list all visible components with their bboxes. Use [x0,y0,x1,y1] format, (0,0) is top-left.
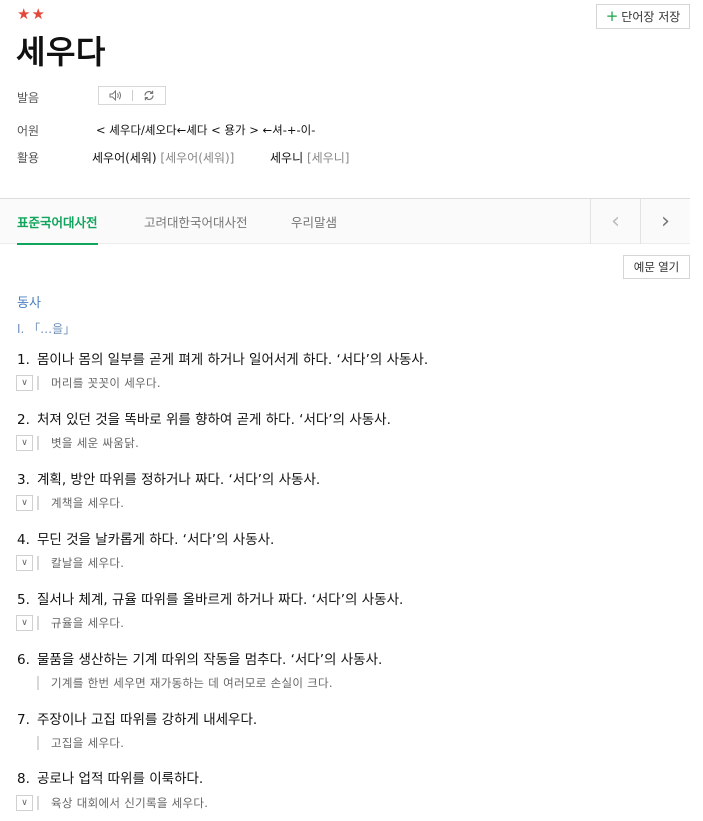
example-text: 고집을 세우다. [51,736,125,750]
conjugation-item: 세우니 [세우니] [270,149,349,166]
tab-korea-university-dictionary[interactable]: 고려대한국어대사전 [144,199,248,244]
conjugation-form: 세우어(세워) [92,151,157,165]
open-examples-button[interactable]: 예문 열기 [623,255,690,279]
chevron-right-icon: › [661,209,670,234]
importance-stars: ★★ [17,5,46,23]
etymology-text: < 셰우다/셰오다←셰다 < 용가 > ←셔-+-이- [96,123,316,137]
example-text: 계책을 세우다. [51,496,125,510]
sense-example: ∨ 육상 대회에서 신기록을 세우다. [16,795,208,811]
save-to-wordbook-button[interactable]: + 단어장 저장 [596,4,690,29]
conjugation-label: 활용 [17,151,40,165]
dictionary-tabs: 표준국어대사전 고려대한국어대사전 우리말샘 ‹ › [0,198,690,245]
example-text: 육상 대회에서 신기록을 세우다. [51,796,209,810]
chevron-down-icon[interactable]: ∨ [16,615,33,631]
sense-definition: 1. 몸이나 몸의 일부를 곧게 펴게 하거나 일어서게 하다. ‘서다’의 사동… [17,352,429,368]
sense-definition: 2. 처져 있던 것을 똑바로 위를 향하여 곧게 하다. ‘서다’의 사동사. [17,412,391,428]
conjugation-form: 세우니 [270,151,304,165]
sense-definition: 6. 물품을 생산하는 기계 따위의 작동을 멈추다. ‘서다’의 사동사. [17,652,383,668]
sense-definition: 3. 계획, 방안 따위를 정하거나 짜다. ‘서다’의 사동사. [17,472,321,488]
example-text: 기계를 한번 세우면 재가동하는 데 여러모로 손실이 크다. [51,676,333,690]
chevron-down-icon[interactable]: ∨ [16,375,33,391]
chevron-down-icon[interactable]: ∨ [16,495,33,511]
speaker-icon[interactable] [99,87,132,104]
sense-example: ∨ 볏을 세운 싸움닭. [16,435,139,451]
chevron-left-icon: ‹ [611,209,620,234]
tab-prev-button[interactable]: ‹ [590,199,640,244]
sense-group-label: I. 「…을」 [17,322,76,336]
headword: 세우다 [16,33,106,71]
example-text: 규율을 세우다. [51,616,125,630]
example-text: 칼날을 세우다. [51,556,125,570]
chevron-down-icon[interactable]: ∨ [16,555,33,571]
sense-example: 기계를 한번 세우면 재가동하는 데 여러모로 손실이 크다. [16,675,333,691]
chevron-down-icon[interactable]: ∨ [16,795,33,811]
tab-urimalsaem[interactable]: 우리말샘 [291,199,337,244]
sense-example: 고집을 세우다. [16,735,124,751]
repeat-icon[interactable] [132,87,165,104]
sense-example: ∨ 규율을 세우다. [16,615,124,631]
sense-example: ∨ 머리를 꼿꼿이 세우다. [16,375,161,391]
chevron-down-icon[interactable]: ∨ [16,435,33,451]
conjugation-pronunciation: [세우니] [306,151,350,165]
sense-definition: 8. 공로나 업적 따위를 이룩하다. [17,771,204,787]
conjugation-item: 세우어(세워) [세우어(세워)] [92,149,234,166]
sense-definition: 7. 주장이나 고집 따위를 강하게 내세우다. [17,712,258,728]
conjugation-pronunciation: [세우어(세워)] [160,151,235,165]
sense-example: ∨ 계책을 세우다. [16,495,124,511]
part-of-speech: 동사 [17,296,41,311]
plus-icon: + [605,7,619,25]
save-to-wordbook-label: 단어장 저장 [621,10,681,24]
example-text: 볏을 세운 싸움닭. [51,436,140,450]
etymology-label: 어원 [17,124,40,138]
pronunciation-label: 발음 [17,91,40,105]
sense-definition: 5. 질서나 체계, 규율 따위를 올바르게 하거나 짜다. ‘서다’의 사동사. [17,592,404,608]
example-text: 머리를 꼿꼿이 세우다. [51,376,161,390]
sense-definition: 4. 무딘 것을 날카롭게 하다. ‘서다’의 사동사. [17,532,275,548]
tab-next-button[interactable]: › [640,199,690,244]
pronunciation-controls [98,86,166,105]
sense-example: ∨ 칼날을 세우다. [16,555,124,571]
tab-standard-korean-dictionary[interactable]: 표준국어대사전 [17,199,98,245]
